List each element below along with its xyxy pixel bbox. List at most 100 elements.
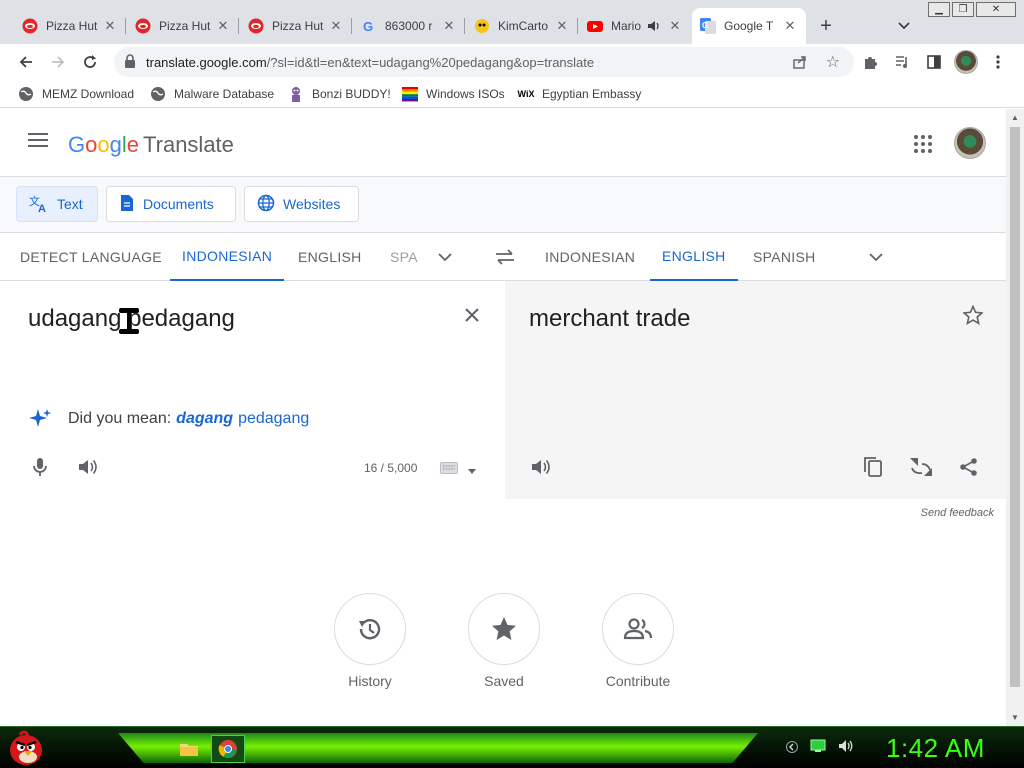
google-translate-page: Google Translate 文A Text Documents Websit…	[0, 109, 1006, 726]
chrome-task-icon[interactable]	[211, 735, 245, 763]
address-bar[interactable]: translate.google.com/?sl=id&tl=en&text=u…	[114, 47, 854, 77]
network-icon[interactable]	[810, 739, 826, 758]
close-tab-icon[interactable]: ✕	[328, 18, 344, 34]
input-tools[interactable]	[440, 461, 476, 479]
target-lang-english[interactable]: ENGLISH	[650, 233, 738, 281]
pizza-hut-favicon	[248, 18, 264, 34]
browser-tab[interactable]: Mario ✕	[579, 8, 691, 44]
did-you-mean: Did you mean: dagang pedagang	[28, 407, 309, 431]
new-tab-button[interactable]: +	[814, 14, 838, 38]
websites-mode-button[interactable]: Websites	[244, 186, 359, 222]
close-tab-icon[interactable]: ✕	[782, 18, 798, 34]
source-lang-detect[interactable]: DETECT LANGUAGE	[20, 233, 162, 281]
scroll-up-arrow-icon[interactable]: ▲	[1011, 113, 1019, 122]
share-icon[interactable]	[792, 54, 808, 75]
product-name: Translate	[143, 132, 234, 157]
save-translation-star-icon[interactable]	[961, 303, 985, 327]
bookmark-item[interactable]: Malware Database	[150, 84, 274, 104]
forward-button[interactable]	[44, 48, 72, 76]
close-tab-icon[interactable]: ✕	[102, 18, 118, 34]
tab-title: Google T	[724, 19, 774, 33]
bookmark-item[interactable]: Bonzi BUDDY!	[288, 84, 391, 104]
source-lang-indonesian[interactable]: INDONESIAN	[170, 233, 285, 281]
main-menu-icon[interactable]	[28, 133, 48, 153]
swap-languages-icon[interactable]	[494, 247, 516, 267]
close-tab-icon[interactable]: ✕	[441, 18, 457, 34]
did-you-mean-suggestion[interactable]: dagang pedagang	[176, 410, 309, 428]
browser-tab[interactable]: Pizza Hut ✕	[240, 8, 352, 44]
side-panel-icon[interactable]	[920, 48, 948, 76]
bonzi-icon	[288, 86, 304, 102]
extensions-icon[interactable]	[856, 48, 884, 76]
browser-tab[interactable]: Pizza Hut ✕	[14, 8, 126, 44]
speaker-icon[interactable]	[647, 19, 661, 33]
media-control-icon[interactable]	[888, 48, 916, 76]
reload-button[interactable]	[76, 48, 104, 76]
browser-tab[interactable]: G 863000 r ✕	[353, 8, 465, 44]
contribute-button[interactable]: Contribute	[602, 593, 674, 689]
target-lang-indonesian[interactable]: INDONESIAN	[545, 233, 635, 281]
browser-toolbar: translate.google.com/?sl=id&tl=en&text=u…	[0, 44, 1024, 80]
send-feedback-link[interactable]: Send feedback	[921, 507, 994, 519]
close-tab-icon[interactable]: ✕	[554, 18, 570, 34]
history-button[interactable]: History	[334, 593, 406, 689]
bookmark-item[interactable]: Windows ISOs	[402, 84, 505, 104]
listen-source-speaker-icon[interactable]	[74, 453, 102, 481]
browser-tab[interactable]: KimCarto ✕	[466, 8, 578, 44]
input-tools-dropdown-icon[interactable]	[468, 461, 476, 479]
google-translate-logo[interactable]: Google Translate	[68, 132, 234, 158]
browser-tab[interactable]: Pizza Hut ✕	[127, 8, 239, 44]
bookmark-star-icon[interactable]: ☆	[826, 52, 840, 72]
clear-source-button[interactable]	[460, 303, 484, 327]
bookmark-label: MEMZ Download	[42, 87, 135, 101]
google-apps-icon[interactable]	[914, 135, 932, 153]
close-tab-icon[interactable]: ✕	[667, 18, 683, 34]
saved-button[interactable]: Saved	[468, 593, 540, 689]
history-label: History	[348, 673, 392, 689]
lock-icon[interactable]	[124, 54, 136, 73]
listen-translation-speaker-icon[interactable]	[527, 453, 555, 481]
profile-avatar[interactable]	[954, 50, 978, 74]
back-button[interactable]	[12, 48, 40, 76]
account-avatar[interactable]	[954, 127, 986, 159]
minimize-button[interactable]: ▁	[928, 2, 950, 17]
bookmark-item[interactable]: MEMZ Download	[18, 84, 134, 104]
svg-text:A: A	[38, 203, 46, 213]
wix-icon: WiX	[517, 89, 535, 99]
show-hidden-icons-icon[interactable]	[786, 740, 798, 758]
file-explorer-task-icon[interactable]	[172, 735, 206, 763]
source-panel: udagang pedagang Did you mean: dagang ped…	[4, 281, 505, 499]
tab-title: Pizza Hut	[272, 19, 324, 33]
copy-translation-icon[interactable]	[859, 453, 887, 481]
taskbar-clock[interactable]: 1:42 AM	[886, 733, 985, 764]
scroll-down-arrow-icon[interactable]: ▼	[1011, 713, 1019, 722]
microphone-icon[interactable]	[26, 453, 54, 481]
tab-search-chevron-icon[interactable]	[894, 14, 914, 38]
chrome-menu-icon[interactable]	[984, 48, 1012, 76]
source-lang-more-chevron-icon[interactable]	[435, 247, 455, 267]
target-lang-more-chevron-icon[interactable]	[866, 247, 886, 267]
documents-mode-button[interactable]: Documents	[106, 186, 236, 222]
bookmark-label: Malware Database	[174, 87, 275, 101]
tab-title: 863000 r	[385, 19, 433, 33]
browser-tab-active[interactable]: G Google T ✕	[692, 8, 806, 44]
target-lang-spanish[interactable]: SPANISH	[753, 233, 816, 281]
svg-text:G: G	[363, 19, 373, 34]
start-button-angry-bird-icon[interactable]	[6, 729, 46, 767]
page-scrollbar[interactable]: ▲ ▼	[1006, 109, 1024, 726]
close-window-button[interactable]: ✕	[976, 2, 1016, 17]
document-icon	[119, 194, 135, 215]
volume-icon[interactable]	[838, 739, 854, 758]
close-tab-icon[interactable]: ✕	[215, 18, 231, 34]
source-lang-english[interactable]: ENGLISH	[298, 233, 362, 281]
kimcartoon-favicon	[474, 18, 490, 34]
source-lang-spanish[interactable]: SPA	[390, 233, 418, 281]
rate-translation-icon[interactable]	[907, 453, 935, 481]
bookmark-item[interactable]: WiX Egyptian Embassy	[517, 84, 642, 104]
scrollbar-thumb[interactable]	[1010, 127, 1020, 687]
text-mode-button[interactable]: 文A Text	[16, 186, 98, 222]
translate-icon: 文A	[29, 193, 49, 216]
share-translation-icon[interactable]	[955, 453, 983, 481]
keyboard-icon[interactable]	[440, 461, 458, 479]
maximize-button[interactable]: ❐	[952, 2, 974, 17]
